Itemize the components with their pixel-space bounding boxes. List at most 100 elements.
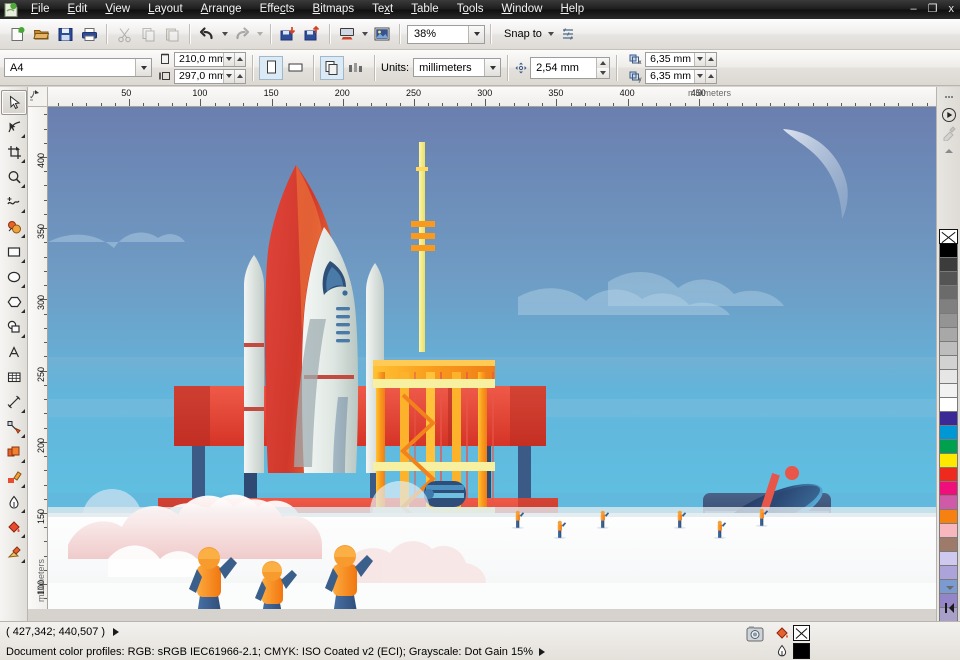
crop-tool[interactable]	[1, 140, 27, 165]
rectangle-tool-flyout-arrow[interactable]	[21, 259, 25, 263]
zoom-tool[interactable]	[1, 165, 27, 190]
palette-swatch[interactable]	[939, 384, 958, 398]
color-eyedropper-tool-flyout-arrow[interactable]	[21, 484, 25, 488]
paste-icon[interactable]	[160, 22, 184, 46]
palette-swatch[interactable]	[939, 398, 958, 412]
snap-to-label[interactable]: Snap to	[496, 28, 546, 40]
duplicate-x-up-arrow[interactable]	[705, 53, 716, 66]
palette-swatch[interactable]	[939, 482, 958, 496]
undo-dropdown-arrow[interactable]	[219, 23, 230, 45]
ellipse-tool[interactable]	[1, 265, 27, 290]
text-tool[interactable]	[1, 340, 27, 365]
color-palette[interactable]	[939, 229, 959, 622]
import-icon[interactable]	[276, 22, 300, 46]
palette-swatch[interactable]	[939, 566, 958, 580]
dimension-tool[interactable]	[1, 390, 27, 415]
options-icon[interactable]	[557, 22, 581, 46]
freehand-tool[interactable]	[1, 190, 27, 215]
page-size-dropdown-arrow[interactable]	[135, 59, 151, 76]
portrait-orientation-button[interactable]	[259, 56, 283, 80]
cut-icon[interactable]	[112, 22, 136, 46]
close-button[interactable]: x	[949, 4, 955, 15]
basic-shapes-tool-flyout-arrow[interactable]	[21, 334, 25, 338]
connector-tool[interactable]	[1, 415, 27, 440]
coordinates-expand-arrow[interactable]	[113, 628, 119, 636]
page-width-spinner[interactable]: 210,0 mm	[174, 52, 246, 67]
fill-color-swatch[interactable]	[793, 625, 810, 641]
page-height-spinner[interactable]: 297,0 mm	[174, 69, 246, 84]
expand-palette-icon[interactable]	[939, 599, 960, 616]
undo-icon[interactable]	[195, 22, 219, 46]
drawing-canvas[interactable]	[48, 107, 936, 609]
menu-bitmaps[interactable]: Bitmaps	[304, 0, 364, 19]
palette-swatch[interactable]	[939, 524, 958, 538]
menu-file[interactable]: File	[22, 0, 59, 19]
duplicate-x-spinner[interactable]: 6,35 mm	[645, 52, 717, 67]
menu-window[interactable]: Window	[493, 0, 552, 19]
connector-tool-flyout-arrow[interactable]	[21, 434, 25, 438]
landscape-orientation-button[interactable]	[283, 56, 307, 80]
shape-tool-flyout-arrow[interactable]	[21, 134, 25, 138]
zoom-level-combobox[interactable]: 38%	[407, 25, 485, 44]
crop-tool-flyout-arrow[interactable]	[21, 159, 25, 163]
application-launcher-dropdown-arrow[interactable]	[359, 23, 370, 45]
save-document-icon[interactable]	[53, 22, 77, 46]
all-pages-button[interactable]	[320, 56, 344, 80]
duplicate-y-up-arrow[interactable]	[705, 70, 716, 83]
horizontal-ruler[interactable]: 50100150200250300350400450millimeters	[48, 87, 936, 107]
ruler-origin-corner[interactable]	[28, 87, 48, 107]
palette-swatch[interactable]	[939, 496, 958, 510]
ellipse-tool-flyout-arrow[interactable]	[21, 284, 25, 288]
redo-dropdown-arrow[interactable]	[254, 23, 265, 45]
blend-tool[interactable]	[1, 440, 27, 465]
application-launcher-icon[interactable]	[335, 22, 359, 46]
menu-edit[interactable]: Edit	[59, 0, 97, 19]
units-combobox[interactable]: millimeters	[413, 58, 501, 77]
page-size-combobox[interactable]: A4	[4, 58, 152, 77]
fill-color-row[interactable]	[775, 625, 810, 641]
polygon-tool[interactable]	[1, 290, 27, 315]
snapshot-icon[interactable]	[745, 625, 765, 646]
open-document-icon[interactable]	[29, 22, 53, 46]
coreldraw-logo-icon[interactable]	[0, 0, 22, 19]
fill-tool[interactable]	[1, 515, 27, 540]
vertical-ruler[interactable]: 400350300250200150100millimeters	[28, 107, 48, 609]
blend-tool-flyout-arrow[interactable]	[21, 459, 25, 463]
menu-view[interactable]: View	[96, 0, 139, 19]
print-icon[interactable]	[77, 22, 101, 46]
smart-fill-tool[interactable]	[1, 215, 27, 240]
palette-swatch[interactable]	[939, 440, 958, 454]
dimension-tool-flyout-arrow[interactable]	[21, 409, 25, 413]
menu-effects[interactable]: Effects	[251, 0, 304, 19]
copy-icon[interactable]	[136, 22, 160, 46]
page-height-up-arrow[interactable]	[234, 70, 245, 83]
duplicate-y-spinner[interactable]: 6,35 mm	[645, 69, 717, 84]
units-dropdown-arrow[interactable]	[484, 59, 500, 76]
page-height-down-arrow[interactable]	[223, 70, 234, 83]
palette-swatch[interactable]	[939, 286, 958, 300]
current-page-button[interactable]	[344, 56, 368, 80]
scroll-down-icon[interactable]	[939, 579, 960, 596]
palette-swatch[interactable]	[939, 300, 958, 314]
outline-tool[interactable]	[1, 490, 27, 515]
fill-tool-flyout-arrow[interactable]	[21, 534, 25, 538]
outline-color-swatch[interactable]	[793, 643, 810, 659]
palette-swatch[interactable]	[939, 314, 958, 328]
palette-swatch[interactable]	[939, 370, 958, 384]
menu-tools[interactable]: Tools	[448, 0, 493, 19]
restore-button[interactable]: ❐	[928, 4, 938, 15]
palette-swatch[interactable]	[939, 426, 958, 440]
corel-connect-icon[interactable]	[370, 22, 394, 46]
palette-no-color-swatch[interactable]	[939, 229, 958, 244]
palette-swatch[interactable]	[939, 342, 958, 356]
redo-icon[interactable]	[230, 22, 254, 46]
menu-help[interactable]: Help	[551, 0, 593, 19]
menu-layout[interactable]: Layout	[139, 0, 192, 19]
palette-swatch[interactable]	[939, 412, 958, 426]
nudge-down-arrow[interactable]	[596, 68, 609, 78]
snap-to-dropdown-arrow[interactable]	[546, 23, 557, 45]
export-icon[interactable]	[300, 22, 324, 46]
palette-swatch[interactable]	[939, 552, 958, 566]
color-profiles-expand-arrow[interactable]	[539, 648, 545, 656]
new-document-icon[interactable]	[5, 22, 29, 46]
